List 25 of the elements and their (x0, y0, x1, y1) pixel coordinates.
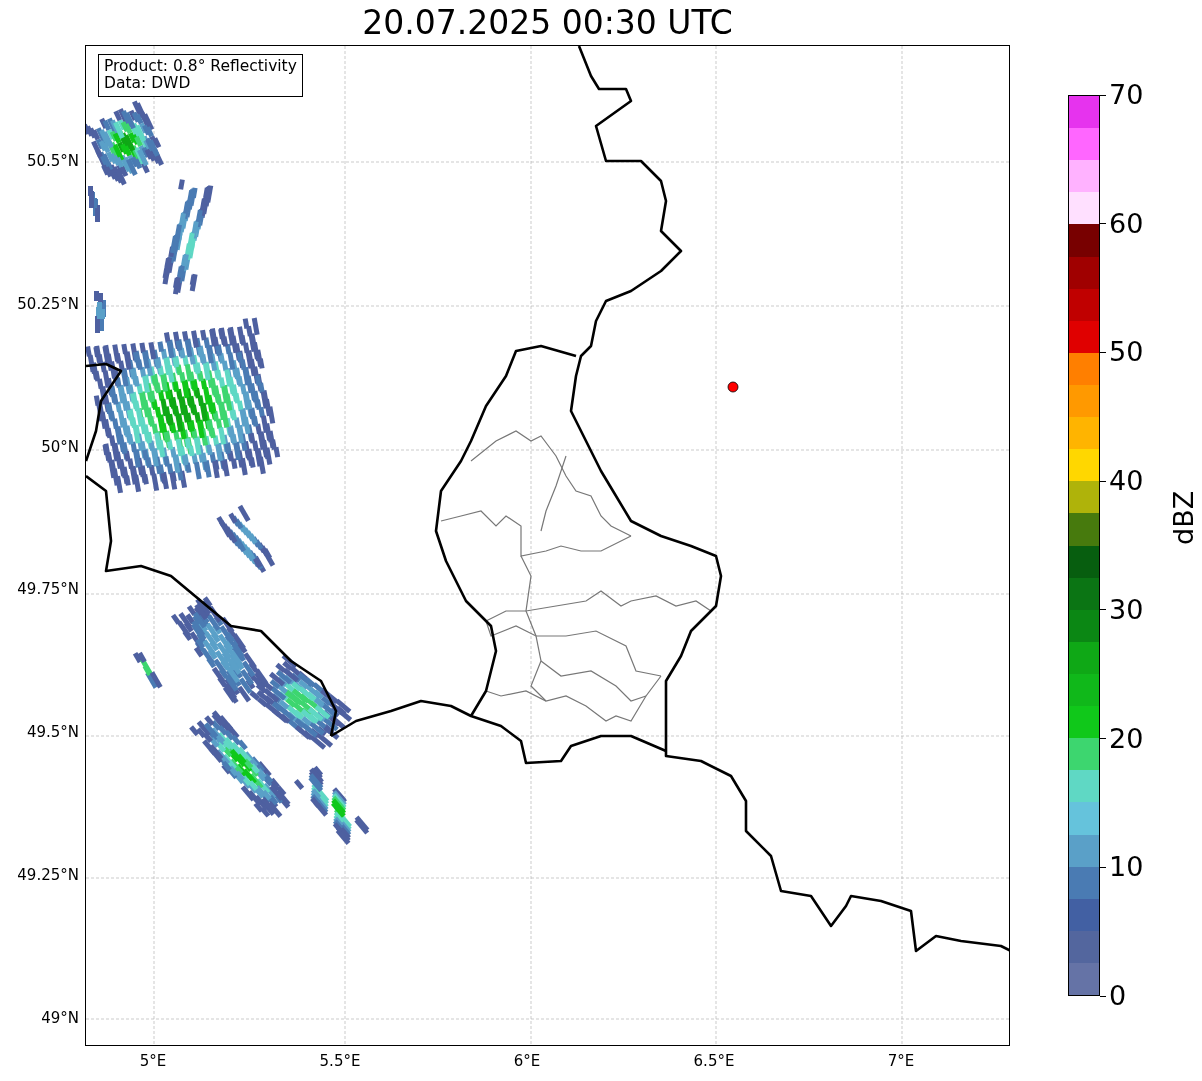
chart-title: 20.07.2025 00:30 UTC (362, 3, 733, 42)
axis-tick-label: 6°E (513, 1052, 541, 1070)
axis-tick-label: 6.5°E (693, 1052, 735, 1070)
info-text: Product: 0.8° Reflectivity (104, 58, 297, 75)
scale-tick-label: 60 (1109, 208, 1144, 239)
axis-tick-label: 49.5°N (26, 723, 79, 742)
scale-tick-label: 40 (1109, 466, 1144, 497)
scale-tick-label: 10 (1109, 852, 1144, 883)
axis-tick-label: 49.75°N (17, 580, 79, 599)
scale-tick-label: 70 (1109, 80, 1144, 110)
axis-tick-label: 50°N (41, 437, 79, 456)
info-text: Data: DWD (104, 75, 192, 92)
axis-tick-label: 5.5°E (319, 1052, 361, 1070)
axis-tick-label: 50.25°N (17, 294, 79, 313)
tick-mark (1100, 995, 1106, 997)
scale-tick-label: 0 (1109, 981, 1127, 1011)
scale-tick-label: 30 (1109, 594, 1144, 625)
axis-tick-label: 7°E (887, 1052, 915, 1070)
axis-tick-label: 5°E (139, 1052, 167, 1070)
scale-unit-label: dBZ (1168, 490, 1199, 545)
axis-tick-label: 49°N (41, 1008, 79, 1027)
axis-tick-label: 49.25°N (17, 866, 79, 884)
scale-tick-label: 20 (1109, 723, 1144, 754)
axis-tick-label: 50.5°N (26, 152, 79, 170)
scale-tick-label: 50 (1109, 337, 1144, 368)
